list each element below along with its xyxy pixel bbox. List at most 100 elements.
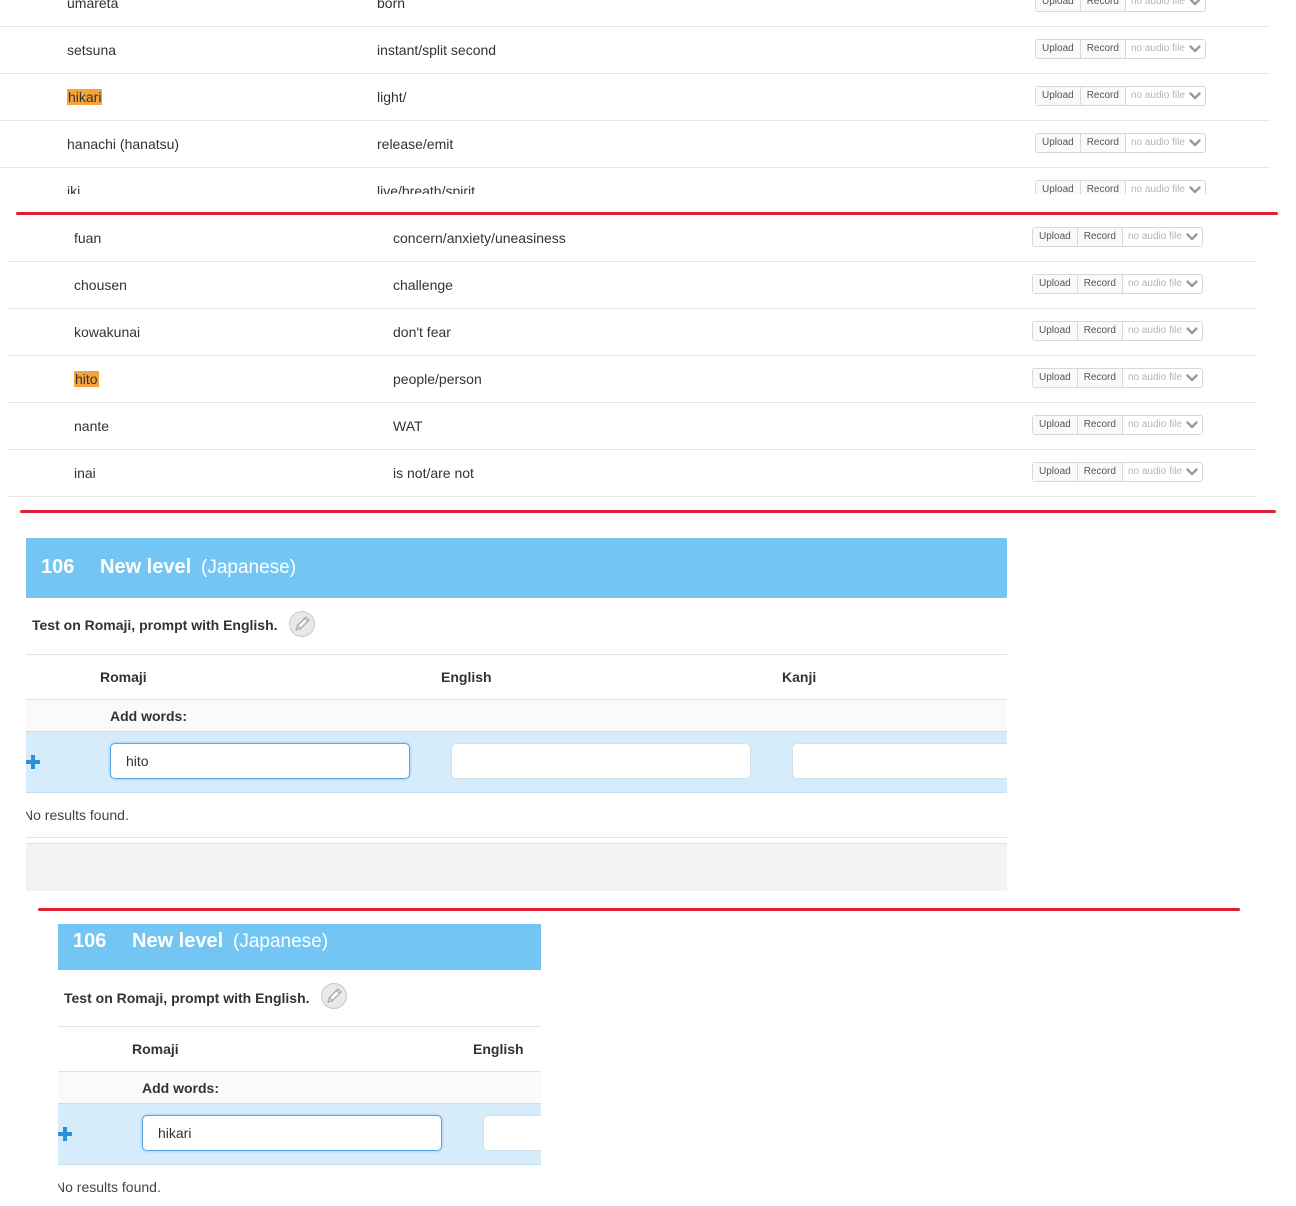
audio-file-select-label: no audio file (1130, 137, 1185, 148)
audio-controls: Upload Record no audio file (1032, 227, 1203, 247)
separator-line-3 (38, 908, 1240, 911)
column-header-english: English (473, 1041, 524, 1057)
column-header-english: English (441, 669, 492, 685)
audio-file-select[interactable]: no audio file (1123, 369, 1202, 387)
upload-button[interactable]: Upload (1033, 322, 1078, 340)
add-words-label: Add words: (142, 1080, 219, 1096)
audio-controls: Upload Record no audio file (1032, 274, 1203, 294)
chevron-down-icon (1189, 0, 1201, 6)
english-input[interactable] (451, 743, 751, 779)
upload-button[interactable]: Upload (1036, 181, 1081, 194)
upload-button[interactable]: Upload (1036, 0, 1081, 11)
word-table-middle: fuan concern/anxiety/uneasiness Upload Reco… (8, 215, 1256, 498)
level-footer (26, 843, 1007, 891)
audio-file-select[interactable]: no audio file (1123, 275, 1202, 293)
audio-file-select[interactable]: no audio file (1123, 322, 1202, 340)
romaji-text: kowakunai (74, 324, 141, 340)
record-button[interactable]: Record (1080, 40, 1126, 58)
record-button[interactable]: Record (1077, 416, 1123, 434)
audio-file-select[interactable]: no audio file (1126, 40, 1205, 58)
word-row: hanachi (hanatsu) release/emit Upload Recor… (0, 121, 1270, 168)
english-text: light/ (377, 89, 407, 105)
english-text: people/person (393, 371, 482, 387)
results-divider (26, 837, 1007, 838)
level-description: Test on Romaji, prompt with English. (64, 990, 310, 1006)
audio-file-select[interactable]: no audio file (1126, 0, 1205, 11)
audio-file-select-label: no audio file (1127, 419, 1182, 430)
audio-file-select[interactable]: no audio file (1126, 181, 1205, 194)
upload-button[interactable]: Upload (1036, 87, 1081, 105)
record-button[interactable]: Record (1080, 0, 1126, 11)
word-row: nante WAT Upload Record no audio file (8, 403, 1256, 450)
plus-icon[interactable] (26, 755, 40, 769)
audio-file-select-label: no audio file (1127, 278, 1182, 289)
record-button[interactable]: Record (1077, 275, 1123, 293)
level-title[interactable]: New level (132, 930, 223, 953)
header-divider (26, 654, 1007, 655)
english-text: instant/split second (377, 42, 497, 58)
audio-controls: Upload Record no audio file (1035, 0, 1206, 12)
chevron-down-icon (1189, 186, 1201, 194)
audio-file-select-label: no audio file (1127, 372, 1182, 383)
record-button[interactable]: Record (1077, 463, 1123, 481)
audio-file-select[interactable]: no audio file (1126, 134, 1205, 152)
audio-file-select[interactable]: no audio file (1123, 228, 1202, 246)
new-word-row (58, 1103, 541, 1165)
add-words-row: Add words: (58, 1071, 541, 1104)
record-button[interactable]: Record (1080, 181, 1126, 194)
record-button[interactable]: Record (1080, 134, 1126, 152)
level-language: (Japanese) (201, 557, 297, 578)
romaji-input[interactable] (110, 743, 410, 779)
audio-file-select-label: no audio file (1127, 325, 1182, 336)
audio-file-select[interactable]: no audio file (1123, 416, 1202, 434)
upload-button[interactable]: Upload (1033, 369, 1078, 387)
audio-controls: Upload Record no audio file (1032, 321, 1203, 341)
english-text: release/emit (377, 136, 454, 152)
audio-controls: Upload Record no audio file (1035, 180, 1206, 194)
pencil-edit-icon[interactable] (320, 982, 348, 1010)
add-words-label: Add words: (110, 708, 187, 724)
romaji-text: umareta (67, 0, 119, 11)
record-button[interactable]: Record (1077, 228, 1123, 246)
kanji-input[interactable] (792, 743, 1007, 779)
chevron-down-icon (1186, 374, 1198, 382)
level-editor-2: 106 New level (Japanese) Test on Romaji,… (58, 924, 541, 1206)
english-text: is not/are not (393, 465, 474, 481)
audio-file-select-label: no audio file (1130, 90, 1185, 101)
word-row: umareta born Upload Record no audio file (0, 0, 1270, 27)
romaji-input[interactable] (142, 1115, 442, 1151)
english-text: concern/anxiety/uneasiness (393, 230, 566, 246)
audio-controls: Upload Record no audio file (1032, 415, 1203, 435)
romaji-text: chousen (74, 277, 127, 293)
plus-icon[interactable] (58, 1127, 72, 1141)
audio-file-select-label: no audio file (1127, 466, 1182, 477)
record-button[interactable]: Record (1077, 322, 1123, 340)
audio-controls: Upload Record no audio file (1032, 462, 1203, 482)
level-title[interactable]: New level (100, 556, 191, 579)
upload-button[interactable]: Upload (1033, 228, 1078, 246)
level-header: 106 New level (Japanese) (58, 924, 541, 970)
english-input[interactable] (483, 1115, 541, 1151)
upload-button[interactable]: Upload (1036, 134, 1081, 152)
column-header-romaji: Romaji (132, 1041, 179, 1057)
upload-button[interactable]: Upload (1033, 416, 1078, 434)
audio-file-select[interactable]: no audio file (1126, 87, 1205, 105)
upload-button[interactable]: Upload (1036, 40, 1081, 58)
add-words-row: Add words: (26, 699, 1007, 732)
word-row: setsuna instant/split second Upload Record n… (0, 27, 1270, 74)
audio-controls: Upload Record no audio file (1035, 133, 1206, 153)
record-button[interactable]: Record (1077, 369, 1123, 387)
audio-file-select-label: no audio file (1127, 231, 1182, 242)
level-description: Test on Romaji, prompt with English. (32, 617, 278, 633)
word-row: hito people/person Upload Record no audio fi… (8, 356, 1256, 403)
column-header-kanji: Kanji (782, 669, 817, 685)
chevron-down-icon (1186, 421, 1198, 429)
upload-button[interactable]: Upload (1033, 463, 1078, 481)
english-text: live/breath/spirit (377, 183, 476, 194)
pencil-edit-icon[interactable] (288, 610, 316, 638)
no-results-text: No results found. (26, 807, 129, 823)
upload-button[interactable]: Upload (1033, 275, 1078, 293)
romaji-text: hikari (67, 89, 103, 105)
record-button[interactable]: Record (1080, 87, 1126, 105)
audio-file-select[interactable]: no audio file (1123, 463, 1202, 481)
